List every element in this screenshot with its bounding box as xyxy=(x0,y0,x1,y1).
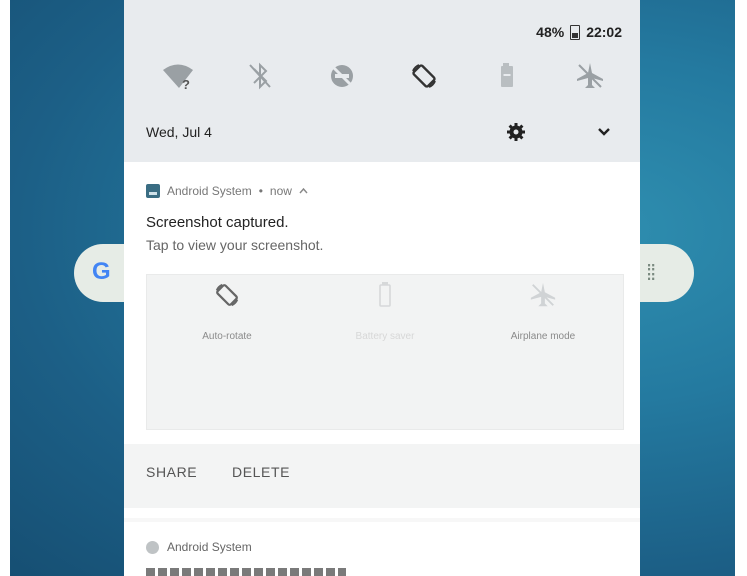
preview-tile-airplane-mode: Airplane mode xyxy=(473,281,613,342)
notification-title: Screenshot captured. xyxy=(146,214,289,231)
status-bar: 48% 22:02 xyxy=(536,24,622,40)
notification-divider xyxy=(124,518,640,522)
wifi-unknown-icon[interactable]: ? xyxy=(158,58,198,94)
android-system-icon xyxy=(146,540,159,554)
preview-tile-label: Airplane mode xyxy=(510,331,576,342)
notification-shade: 48% 22:02 ? Wed, Jul 4 Android System • … xyxy=(124,0,640,576)
notification-time: now xyxy=(269,184,292,198)
delete-button[interactable]: DELETE xyxy=(232,464,290,480)
google-logo-icon: G xyxy=(92,258,111,285)
auto-rotate-icon xyxy=(215,283,239,307)
notification-header: Android System • now xyxy=(146,184,308,198)
next-notification-title-cutoff xyxy=(146,568,346,576)
battery-icon xyxy=(570,24,581,40)
preview-tile-battery-saver: Battery saver xyxy=(315,281,455,342)
preview-tile-label: Auto-rotate xyxy=(202,331,252,342)
svg-text:?: ? xyxy=(182,77,190,91)
preview-tile-label: Battery saver xyxy=(355,331,415,342)
battery-saver-icon[interactable] xyxy=(488,58,528,94)
notification-text: Tap to view your screenshot. xyxy=(146,237,324,253)
bluetooth-off-icon[interactable] xyxy=(240,58,280,94)
do-not-disturb-off-icon[interactable] xyxy=(322,58,362,94)
app-drawer-icon[interactable]: ⁞⁞ xyxy=(646,260,656,286)
chevron-up-icon[interactable] xyxy=(299,184,308,198)
battery-percentage: 48% xyxy=(536,24,565,40)
next-notification-header[interactable]: Android System xyxy=(146,540,252,554)
next-notification-app-name: Android System xyxy=(167,540,252,554)
clock: 22:02 xyxy=(586,24,622,40)
auto-rotate-icon[interactable] xyxy=(404,58,444,94)
date-label: Wed, Jul 4 xyxy=(146,124,212,140)
screenshot-notification[interactable]: Android System • now Screenshot captured… xyxy=(124,162,640,518)
preview-tile-auto-rotate: Auto-rotate xyxy=(157,281,297,342)
notification-separator: • xyxy=(258,184,263,198)
share-button[interactable]: SHARE xyxy=(146,464,197,480)
battery-saver-icon xyxy=(379,282,391,307)
quick-settings-panel: 48% 22:02 ? Wed, Jul 4 xyxy=(124,0,640,162)
notification-actions: SHARE DELETE xyxy=(124,444,640,508)
notification-app-name: Android System xyxy=(167,184,252,198)
airplane-mode-icon[interactable] xyxy=(570,58,610,94)
screenshot-preview[interactable]: Auto-rotate Battery saver Airplane mode xyxy=(146,274,624,430)
chevron-down-icon[interactable] xyxy=(592,120,616,144)
screenshot-app-icon xyxy=(146,184,160,198)
settings-gear-icon[interactable] xyxy=(504,120,528,144)
airplane-mode-icon xyxy=(530,282,556,307)
